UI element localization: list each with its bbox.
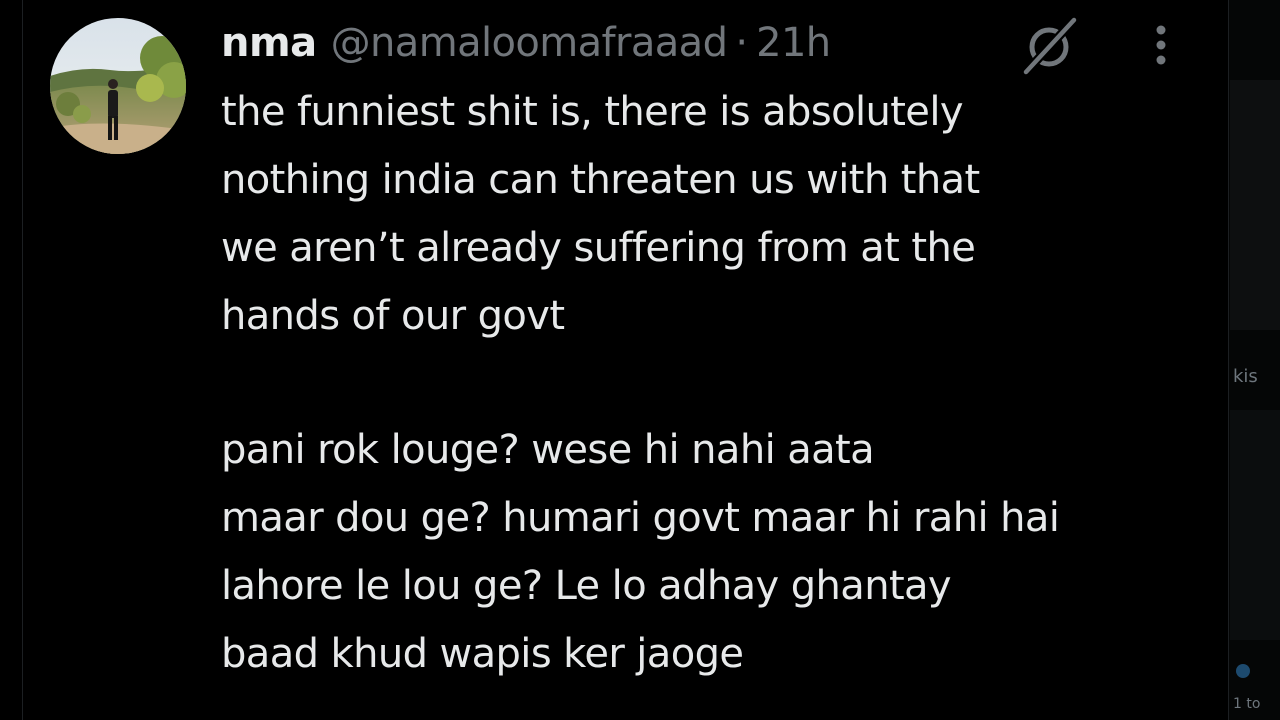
sidebar-panel-top: [1230, 80, 1280, 330]
sidebar-text-fragment: kis: [1233, 366, 1258, 387]
tweet-text-line: the funniest shit is, there is absolutel…: [221, 89, 964, 135]
tweet-text-line: lahore le lou ge? Le lo adhay ghantay: [221, 563, 952, 609]
sidebar-text-fragment: 1 to: [1233, 696, 1261, 712]
sidebar-avatar-dot: [1236, 664, 1250, 678]
tweet-text: the funniest shit is, there is absolutel…: [221, 78, 1221, 688]
tweet-text-line: pani rok louge? wese hi nahi aata: [221, 427, 875, 473]
author-handle[interactable]: @namaloomafraaad: [331, 16, 728, 70]
tweet-text-line: hands of our govt: [221, 293, 565, 339]
tweet-header: nma @namaloomafraaad · 21h: [221, 16, 831, 70]
tweet-timestamp[interactable]: 21h: [756, 16, 831, 70]
timeline-left-border: [22, 0, 23, 720]
tweet-screenshot: kis 1 to nma @namaloomafraaad · 21h the …: [0, 0, 1280, 720]
header-separator: ·: [735, 20, 749, 66]
more-options-icon[interactable]: [1146, 20, 1176, 70]
sidebar-panel-bottom: [1230, 410, 1280, 640]
profile-photo-icon: [50, 18, 186, 154]
author-display-name[interactable]: nma: [221, 16, 317, 70]
tweet-text-line: nothing india can threaten us with that: [221, 157, 980, 203]
tweet-text-line: baad khud wapis ker jaoge: [221, 631, 744, 677]
tweet-text-line: maar dou ge? humari govt maar hi rahi ha…: [221, 495, 1060, 541]
tweet-text-line: we aren’t already suffering from at the: [221, 225, 976, 271]
grok-slash-icon[interactable]: [1016, 15, 1082, 77]
author-avatar[interactable]: [50, 18, 186, 154]
